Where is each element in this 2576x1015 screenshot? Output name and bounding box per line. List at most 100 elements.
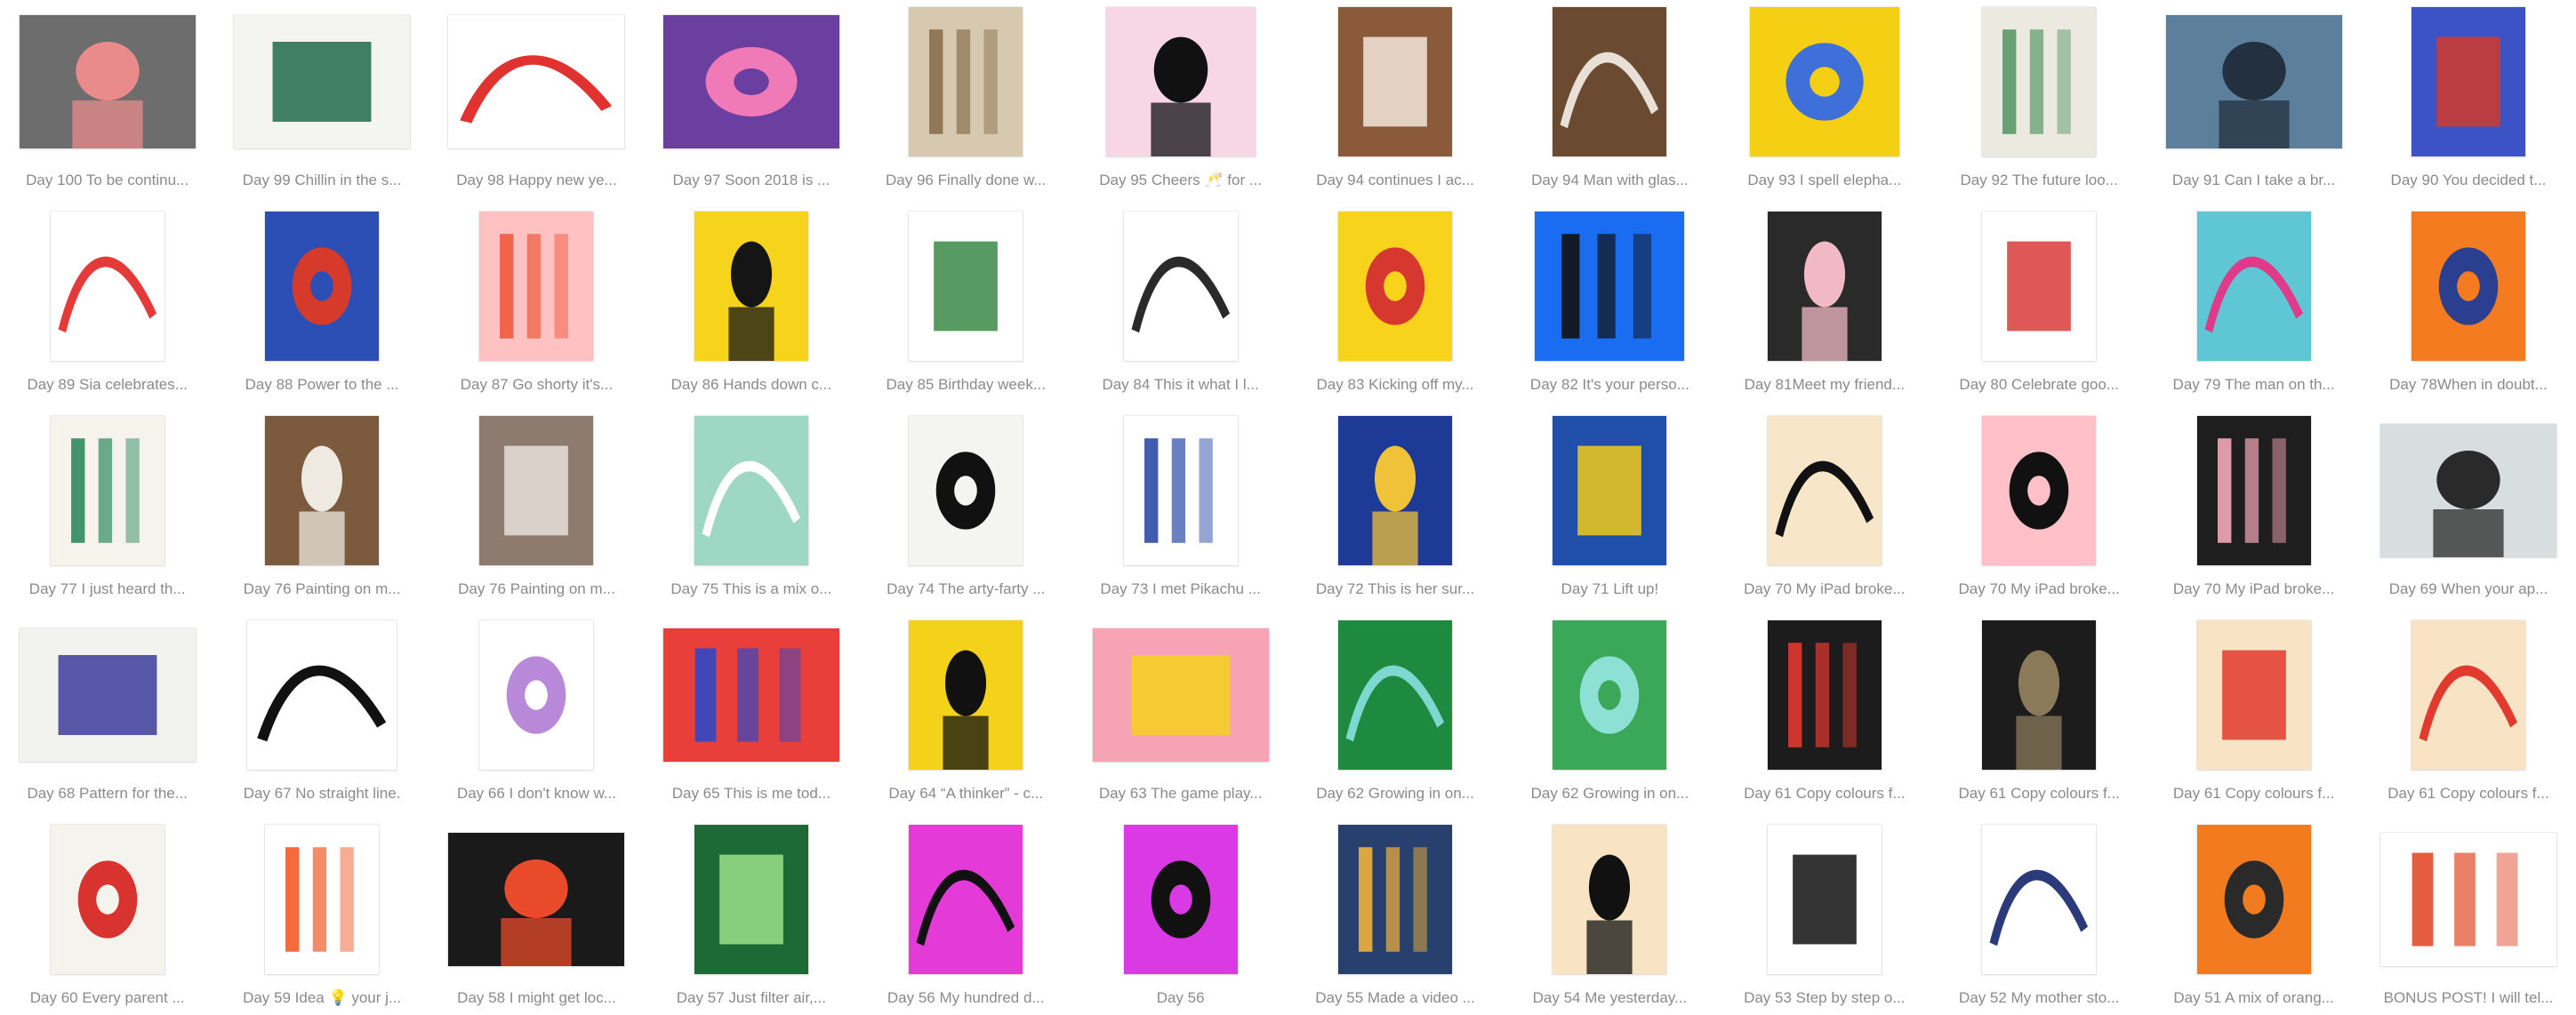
gallery-item[interactable]: Day 55 Made a video ...: [1288, 818, 1502, 1015]
item-caption[interactable]: Day 82 It's your perso...: [1516, 375, 1703, 395]
artwork-thumbnail[interactable]: [2196, 620, 2311, 770]
artwork-thumbnail[interactable]: [1767, 825, 1882, 974]
item-caption[interactable]: Day 97 Soon 2018 is ...: [658, 171, 845, 190]
gallery-item[interactable]: Day 90 You decided t...: [2361, 0, 2575, 204]
artwork-thumbnail[interactable]: [1553, 620, 1667, 770]
gallery-item[interactable]: Day 70 My iPad broke...: [1932, 409, 2147, 613]
artwork-thumbnail[interactable]: [1338, 212, 1453, 361]
gallery-item[interactable]: Day 67 No straight line.: [214, 613, 429, 818]
gallery-item[interactable]: Day 70 My iPad broke...: [2147, 409, 2361, 613]
artwork-thumbnail[interactable]: [19, 628, 196, 762]
item-caption[interactable]: Day 74 The arty-farty ...: [872, 579, 1059, 599]
gallery-item[interactable]: Day 68 Pattern for the...: [0, 613, 214, 818]
artwork-thumbnail[interactable]: [694, 212, 808, 361]
gallery-item[interactable]: Day 71 Lift up!: [1503, 409, 1717, 613]
artwork-thumbnail[interactable]: [1982, 825, 2097, 974]
gallery-item[interactable]: Day 61 Copy colours f...: [2147, 613, 2361, 818]
item-caption[interactable]: Day 75 This is a mix o...: [658, 579, 845, 599]
gallery-item[interactable]: Day 70 My iPad broke...: [1717, 409, 1931, 613]
gallery-item[interactable]: Day 99 Chillin in the s...: [214, 0, 429, 204]
artwork-thumbnail[interactable]: [19, 15, 196, 148]
gallery-item[interactable]: Day 59 Idea 💡 your j...: [214, 818, 429, 1015]
gallery-item[interactable]: Day 69 When your ap...: [2361, 409, 2575, 613]
item-caption[interactable]: Day 85 Birthday week...: [872, 375, 1059, 395]
artwork-thumbnail[interactable]: [50, 212, 165, 361]
item-caption[interactable]: Day 61 Copy colours f...: [2375, 784, 2562, 803]
artwork-thumbnail[interactable]: [2165, 15, 2342, 148]
artwork-thumbnail[interactable]: [2196, 212, 2311, 361]
gallery-item[interactable]: Day 91 Can I take a br...: [2147, 0, 2361, 204]
item-caption[interactable]: Day 80 Celebrate goo...: [1946, 375, 2132, 395]
artwork-thumbnail[interactable]: [50, 825, 165, 974]
item-caption[interactable]: Day 73 I met Pikachu ...: [1087, 579, 1274, 599]
artwork-thumbnail[interactable]: [1092, 628, 1269, 762]
gallery-item[interactable]: Day 81Meet my friend...: [1717, 204, 1931, 409]
artwork-thumbnail[interactable]: [1535, 212, 1685, 361]
artwork-thumbnail[interactable]: [265, 825, 380, 974]
item-caption[interactable]: Day 94 Man with glas...: [1516, 171, 1703, 190]
artwork-thumbnail[interactable]: [2196, 416, 2311, 565]
gallery-item[interactable]: Day 76 Painting on m...: [214, 409, 429, 613]
artwork-thumbnail[interactable]: [2196, 825, 2311, 974]
item-caption[interactable]: Day 65 This is me tod...: [658, 784, 845, 803]
artwork-thumbnail[interactable]: [1982, 212, 2097, 361]
artwork-thumbnail[interactable]: [448, 15, 625, 148]
item-caption[interactable]: Day 88 Power to the ...: [229, 375, 415, 395]
artwork-thumbnail[interactable]: [2411, 7, 2525, 156]
item-caption[interactable]: Day 95 Cheers 🥂 for ...: [1087, 171, 1274, 190]
gallery-item[interactable]: Day 51 A mix of orang...: [2147, 818, 2361, 1015]
item-caption[interactable]: Day 87 Go shorty it's...: [443, 375, 630, 395]
artwork-thumbnail[interactable]: [2411, 212, 2525, 361]
item-caption[interactable]: Day 61 Copy colours f...: [1946, 784, 2132, 803]
item-caption[interactable]: Day 78When in doubt...: [2375, 375, 2562, 395]
gallery-item[interactable]: Day 82 It's your perso...: [1503, 204, 1717, 409]
gallery-item[interactable]: Day 56 My hundred d...: [859, 818, 1073, 1015]
artwork-thumbnail[interactable]: [479, 620, 594, 770]
item-caption[interactable]: Day 70 My iPad broke...: [2161, 579, 2347, 599]
item-caption[interactable]: Day 86 Hands down c...: [658, 375, 845, 395]
gallery-item[interactable]: Day 83 Kicking off my...: [1288, 204, 1502, 409]
item-caption[interactable]: Day 54 Me yesterday...: [1516, 988, 1703, 1008]
gallery-item[interactable]: Day 57 Just filter air,...: [644, 818, 858, 1015]
artwork-thumbnail[interactable]: [1123, 825, 1238, 974]
artwork-thumbnail[interactable]: [50, 416, 165, 565]
item-caption[interactable]: Day 84 This it what I l...: [1087, 375, 1274, 395]
item-caption[interactable]: Day 62 Growing in on...: [1302, 784, 1489, 803]
gallery-item[interactable]: Day 73 I met Pikachu ...: [1073, 409, 1288, 613]
gallery-item[interactable]: Day 79 The man on th...: [2147, 204, 2361, 409]
artwork-thumbnail[interactable]: [1982, 416, 2097, 565]
gallery-item[interactable]: Day 92 The future loo...: [1932, 0, 2147, 204]
item-caption[interactable]: Day 83 Kicking off my...: [1302, 375, 1489, 395]
item-caption[interactable]: Day 100 To be continu...: [14, 171, 201, 190]
artwork-thumbnail[interactable]: [1338, 416, 1453, 565]
item-caption[interactable]: Day 70 My iPad broke...: [1731, 579, 1918, 599]
artwork-thumbnail[interactable]: [1553, 7, 1667, 156]
artwork-thumbnail[interactable]: [247, 620, 397, 770]
item-caption[interactable]: Day 57 Just filter air,...: [658, 988, 845, 1008]
artwork-thumbnail[interactable]: [662, 628, 839, 762]
item-caption[interactable]: Day 56 My hundred d...: [872, 988, 1059, 1008]
item-caption[interactable]: Day 69 When your ap...: [2375, 579, 2562, 599]
artwork-thumbnail[interactable]: [1749, 7, 1899, 156]
item-caption[interactable]: Day 70 My iPad broke...: [1946, 579, 2132, 599]
gallery-item[interactable]: Day 61 Copy colours f...: [1717, 613, 1931, 818]
gallery-item[interactable]: Day 80 Celebrate goo...: [1932, 204, 2147, 409]
artwork-thumbnail[interactable]: [909, 212, 1023, 361]
artwork-thumbnail[interactable]: [2379, 833, 2556, 966]
gallery-item[interactable]: Day 53 Step by step o...: [1717, 818, 1931, 1015]
item-caption[interactable]: Day 61 Copy colours f...: [1731, 784, 1918, 803]
gallery-item[interactable]: BONUS POST! I will tel...: [2361, 818, 2575, 1015]
item-caption[interactable]: Day 56: [1087, 988, 1274, 1008]
gallery-item[interactable]: Day 65 This is me tod...: [644, 613, 858, 818]
item-caption[interactable]: Day 63 The game play...: [1087, 784, 1274, 803]
gallery-item[interactable]: Day 61 Copy colours f...: [2361, 613, 2575, 818]
gallery-item[interactable]: Day 95 Cheers 🥂 for ...: [1073, 0, 1288, 204]
artwork-thumbnail[interactable]: [909, 416, 1023, 565]
item-caption[interactable]: Day 67 No straight line.: [229, 784, 415, 803]
gallery-item[interactable]: Day 84 This it what I l...: [1073, 204, 1288, 409]
item-caption[interactable]: Day 71 Lift up!: [1516, 579, 1703, 599]
item-caption[interactable]: Day 52 My mother sto...: [1946, 988, 2132, 1008]
gallery-item[interactable]: Day 88 Power to the ...: [214, 204, 429, 409]
item-caption[interactable]: Day 68 Pattern for the...: [14, 784, 201, 803]
item-caption[interactable]: Day 96 Finally done w...: [872, 171, 1059, 190]
